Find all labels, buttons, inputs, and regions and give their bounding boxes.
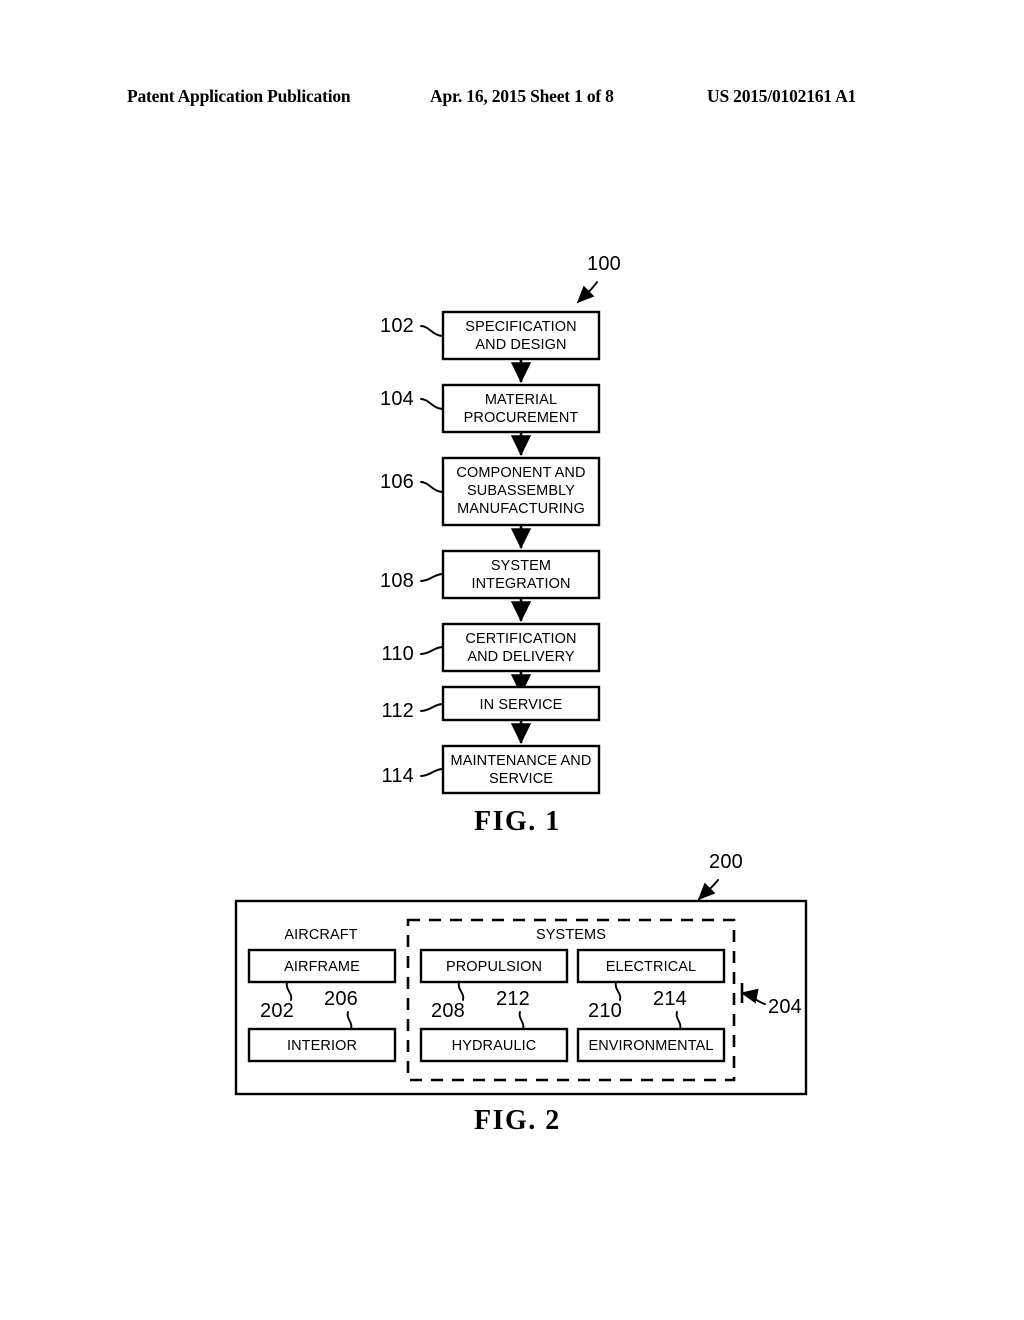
block-label-propulsion: PROPULSION — [446, 959, 542, 975]
flow-box-label-1-line-0: MATERIAL — [485, 392, 557, 408]
figure-1-flowchart: 100 SPECIFICATION AND DESIGN 102 MATERIA… — [380, 253, 621, 795]
figure1-ref-106: 106 — [380, 471, 414, 493]
figure1-ref-104-leader — [420, 398, 444, 410]
figure2-ref-206: 206 — [324, 988, 358, 1010]
header-publication-type: Patent Application Publication — [127, 86, 351, 106]
block-label-interior: INTERIOR — [287, 1038, 357, 1054]
header-date-and-sheet: Apr. 16, 2015 Sheet 1 of 8 — [430, 86, 614, 106]
figure1-ref-102: 102 — [380, 315, 414, 337]
block-label-environmental: ENVIRONMENTAL — [588, 1038, 713, 1054]
figure2-ref-210: 210 — [588, 1000, 622, 1022]
figure1-ref-108: 108 — [380, 570, 414, 592]
flow-box-label-2-line-1: SUBASSEMBLY — [467, 483, 575, 499]
systems-group-label: SYSTEMS — [536, 927, 606, 943]
aircraft-group-label: AIRCRAFT — [284, 927, 357, 943]
figure1-ref-112-leader — [420, 703, 444, 712]
figure1-ref-112: 112 — [382, 700, 415, 722]
figure1-ref-106-leader — [420, 481, 444, 493]
flow-box-label-0-line-1: AND DESIGN — [475, 337, 566, 353]
flow-box-label-4-line-0: CERTIFICATION — [465, 631, 576, 647]
figure1-ref-110-leader — [420, 646, 444, 655]
figure2-ref-212: 212 — [496, 988, 530, 1010]
figure2-ref-204: 204 — [768, 996, 802, 1018]
figure1-ref-102-leader — [420, 325, 444, 337]
flow-box-label-3-line-0: SYSTEM — [491, 558, 551, 574]
flow-box-label-3-line-1: INTEGRATION — [471, 576, 570, 592]
flow-box-label-6-line-1: SERVICE — [489, 771, 553, 787]
flow-box-label-4-line-1: AND DELIVERY — [467, 649, 575, 665]
figure1-ref-100: 100 — [587, 253, 621, 275]
block-label-hydraulic: HYDRAULIC — [452, 1038, 537, 1054]
figure-2-caption: FIG. 2 — [474, 1105, 561, 1136]
figure2-ref-208: 208 — [431, 1000, 465, 1022]
flow-box-label-1-line-1: PROCUREMENT — [464, 410, 579, 426]
figure2-ref-200: 200 — [709, 851, 743, 873]
flow-box-label-5-line-0: IN SERVICE — [480, 697, 563, 713]
flow-box-label-0-line-0: SPECIFICATION — [465, 319, 576, 335]
figure2-ref-200-leader — [697, 879, 719, 901]
figure1-ref-108-leader — [420, 573, 444, 582]
flow-box-label-6-line-0: MAINTENANCE AND — [451, 753, 592, 769]
figure1-ref-114: 114 — [382, 765, 415, 787]
figure2-ref-214: 214 — [653, 988, 687, 1010]
flow-box-label-2-line-2: MANUFACTURING — [457, 501, 585, 517]
block-label-electrical: ELECTRICAL — [606, 959, 696, 975]
figure-2-block-diagram: 200 AIRCRAFT SYSTEMS AIRFRAME PROPULSION… — [234, 851, 808, 1096]
figure1-ref-110: 110 — [382, 643, 415, 665]
header-publication-number: US 2015/0102161 A1 — [707, 86, 857, 106]
figure2-ref-202: 202 — [260, 1000, 294, 1022]
figure-1-caption: FIG. 1 — [474, 806, 561, 837]
publication-header: Patent Application Publication Apr. 16, … — [0, 86, 1024, 112]
flow-box-label-2-line-0: COMPONENT AND — [456, 465, 585, 481]
figure1-ref-104: 104 — [380, 388, 414, 410]
figure1-ref-100-leader — [576, 281, 598, 304]
figure1-ref-114-leader — [420, 768, 444, 777]
block-label-airframe: AIRFRAME — [284, 959, 360, 975]
